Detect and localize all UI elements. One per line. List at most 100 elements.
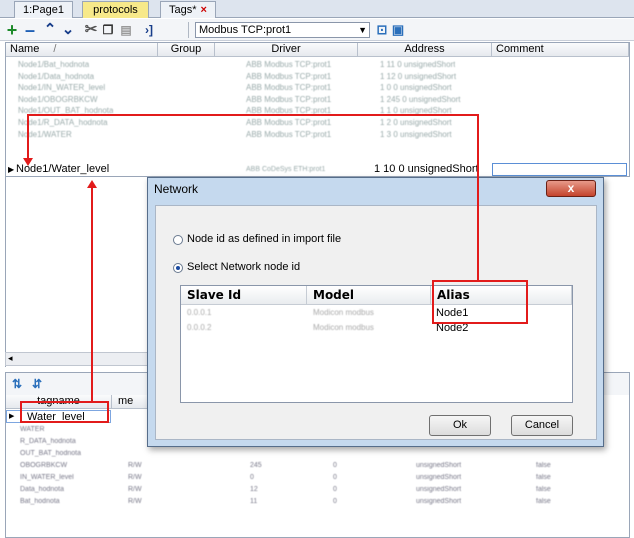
cell-bit: 0 — [333, 474, 337, 481]
cell-address: 1 0 0 unsignedShort — [380, 83, 452, 93]
column-header-mode[interactable]: me — [112, 395, 152, 409]
cell-addr: 11 — [250, 498, 258, 505]
close-icon: x — [567, 181, 575, 195]
cell-driver: ABB Modbus TCP:prot1 — [246, 60, 332, 69]
cancel-button[interactable]: Cancel — [511, 415, 573, 436]
arrow-up-icon — [87, 180, 97, 188]
alias-highlight-box — [432, 280, 528, 324]
cell-mode: R/W — [128, 474, 142, 481]
scroll-left-icon[interactable]: ◂ — [8, 353, 13, 364]
header-label: Address — [404, 43, 445, 55]
cell-flag: false — [536, 498, 551, 505]
cell-bit: 0 — [333, 498, 337, 505]
cell-tag: OBOGRBKCW — [20, 462, 68, 469]
header-label: Name — [10, 43, 40, 55]
cell-flag: false — [536, 462, 551, 469]
tab-label: 1:Page1 — [23, 4, 64, 16]
cut-icon[interactable]: ✂ — [82, 21, 100, 39]
cell-address: 1 3 0 unsignedShort — [380, 129, 452, 139]
header-label: Group — [170, 43, 202, 55]
table-row[interactable]: Node1/OBOGRBKCW ABB Modbus TCP:prot1 1 245… — [6, 94, 629, 105]
cell-address: 1 2 0 unsignedShort — [380, 118, 452, 127]
toolbar: + – ⌃ ⌄ ✂ ❐ ▤ ›] Modbus TCP:prot1 ▼ ⊡ ▣ — [0, 19, 634, 41]
column-header-driver[interactable]: Driver — [215, 43, 358, 57]
cell-name: Node1/R_DATA_hodnota — [18, 118, 108, 127]
tab-protocols[interactable]: protocols — [82, 1, 149, 18]
cell-name: Node1/OBOGRBKCW — [18, 94, 98, 104]
import-icon[interactable]: ›] — [140, 21, 158, 39]
cell-mode: R/W — [128, 498, 142, 505]
network-dialog: Network x Node id as defined in import f… — [147, 177, 604, 447]
annotation-line — [477, 114, 479, 281]
cell-driver: ABB Modbus TCP:prot1 — [246, 83, 332, 93]
tab-label: Tags* — [169, 4, 197, 16]
horizontal-scrollbar[interactable]: ◂ — [5, 352, 150, 366]
move-down-icon[interactable]: ⌄ — [59, 21, 77, 39]
close-icon[interactable]: × — [201, 4, 207, 16]
cell-model: Modicon modbus — [313, 308, 374, 317]
cell-type: unsignedShort — [416, 462, 462, 469]
table-row[interactable]: Node1/WATER ABB Modbus TCP:prot1 1 3 0 uns… — [6, 129, 629, 140]
cell-flag: false — [536, 474, 551, 481]
dialog-title: Network — [154, 182, 199, 196]
cell-address: 1 245 0 unsignedShort — [380, 94, 461, 104]
header-label: Comment — [496, 43, 544, 55]
table-row[interactable]: Node1/IN_WATER_level ABB Modbus TCP:prot1… — [6, 82, 629, 93]
column-header-name[interactable]: Name / — [6, 43, 158, 57]
cell-name: Node1/Bat_hodnota — [18, 60, 90, 69]
cell-address: 1 11 0 unsignedShort — [380, 60, 456, 69]
cell-name: Node1/Data_hodnota — [18, 71, 95, 81]
radio-import-node-id[interactable] — [173, 235, 183, 245]
cell-model: Modicon modbus — [313, 323, 374, 332]
column-header-slave-id[interactable]: Slave Id — [181, 286, 307, 305]
list-item[interactable]: OBOGRBKCW R/W 245 0 unsignedShort false — [6, 461, 629, 471]
cell-addr: 0 — [250, 474, 254, 481]
sort-categorized-icon[interactable]: ⇅ — [8, 375, 26, 393]
column-header-address[interactable]: Address — [358, 43, 492, 57]
header-label: me — [118, 395, 134, 407]
add-icon[interactable]: + — [3, 21, 21, 39]
sort-alphabetical-icon[interactable]: ⇵ — [28, 375, 46, 393]
ok-button[interactable]: Ok — [429, 415, 491, 436]
column-header-model[interactable]: Model — [307, 286, 431, 305]
table-row[interactable]: Node1/Data_hodnota ABB Modbus TCP:prot1 1 … — [6, 71, 629, 82]
driver-select[interactable]: Modbus TCP:prot1 ▼ — [195, 22, 370, 38]
radio-select-node-id[interactable] — [173, 263, 183, 273]
table-row[interactable]: Node1/R_DATA_hodnota ABB Modbus TCP:prot1… — [6, 117, 629, 128]
cell-bit: 0 — [333, 462, 337, 469]
table-row-selected[interactable]: ▶ Node1/Water_level ABB CoDeSys ETH:prot… — [6, 163, 629, 176]
table-row[interactable]: Node1/Bat_hodnota ABB Modbus TCP:prot1 1 1… — [6, 59, 629, 70]
dialog-body: Node id as defined in import file Select… — [155, 205, 597, 440]
cell-flag: false — [536, 486, 551, 493]
arrow-down-icon — [23, 158, 33, 166]
cell-tag: Bat_hodnota — [20, 498, 60, 505]
list-item[interactable]: Bat_hodnota R/W 11 0 unsignedShort false — [6, 497, 629, 507]
row-marker-icon: ▶ — [9, 413, 15, 420]
remove-icon[interactable]: – — [21, 21, 39, 39]
paste-icon[interactable]: ▤ — [117, 21, 135, 39]
cell-mode: R/W — [128, 486, 142, 493]
tab-tags[interactable]: Tags* × — [160, 1, 216, 18]
cell-address: 1 10 0 unsignedShort — [374, 163, 479, 175]
tab-label: protocols — [93, 4, 138, 16]
list-item[interactable]: IN_WATER_level R/W 0 0 unsignedShort false — [6, 473, 629, 483]
toolbar-separator — [188, 22, 189, 38]
sort-icon: / — [53, 43, 57, 55]
cell-type: unsignedShort — [416, 498, 462, 505]
column-header-group[interactable]: Group — [158, 43, 215, 57]
radio-label-import: Node id as defined in import file — [187, 233, 342, 245]
cell-type: unsignedShort — [416, 474, 462, 481]
tab-page1[interactable]: 1:Page1 — [14, 1, 73, 18]
radio-label-select: Select Network node id — [187, 261, 301, 273]
list-item[interactable]: Data_hodnota R/W 12 0 unsignedShort false — [6, 485, 629, 495]
move-up-icon[interactable]: ⌃ — [41, 21, 59, 39]
column-header-comment[interactable]: Comment — [492, 43, 629, 57]
grid-body — [5, 177, 150, 367]
cell-mode: R/W — [128, 462, 142, 469]
dictionary-icon[interactable]: ▣ — [389, 21, 407, 39]
close-button[interactable]: x — [546, 180, 596, 197]
list-item[interactable]: OUT_BAT_hodnota — [6, 449, 629, 459]
header-label: Model — [313, 288, 355, 302]
comment-edit-field[interactable] — [492, 163, 627, 176]
copy-icon[interactable]: ❐ — [99, 21, 117, 39]
